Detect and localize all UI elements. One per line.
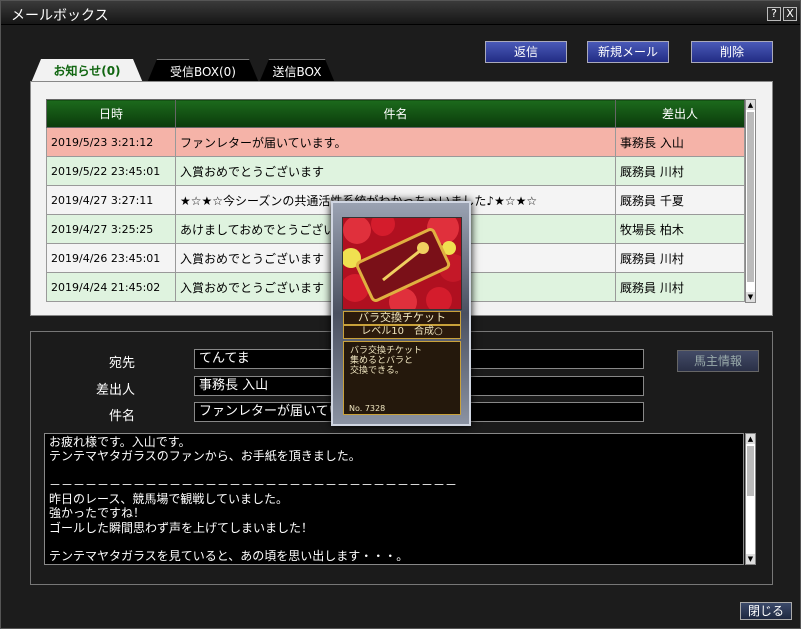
help-button[interactable]: ? — [767, 7, 781, 21]
column-header-sender[interactable]: 差出人 — [615, 99, 745, 128]
cell-subject: 入賞おめでとうございます — [175, 156, 616, 186]
cell-date: 2019/4/27 3:25:25 — [46, 214, 176, 244]
column-header-subject[interactable]: 件名 — [175, 99, 616, 128]
mailbox-window: メールボックス ? X 返信 新規メール 削除 お知らせ(0) 受信BOX(0)… — [0, 0, 801, 629]
cell-sender: 厩務員 川村 — [615, 272, 745, 302]
new-mail-button[interactable]: 新規メール — [587, 41, 669, 63]
to-label: 宛先 — [108, 356, 135, 371]
cell-sender: 厩務員 千夏 — [615, 185, 745, 215]
cell-date: 2019/5/23 3:21:12 — [46, 127, 176, 157]
mail-body-text: お疲れ様です。入山です。 テンテマヤタガラスのファンから、お手紙を頂きました。 … — [44, 433, 744, 565]
scroll-down-arrow-icon[interactable]: ▼ — [746, 292, 755, 302]
title-bar: メールボックス ? X — [1, 1, 800, 25]
scroll-thumb[interactable] — [747, 112, 754, 282]
column-header-date[interactable]: 日時 — [46, 99, 176, 128]
reply-button[interactable]: 返信 — [485, 41, 567, 63]
scroll-down-arrow-icon[interactable]: ▼ — [746, 554, 755, 564]
cell-date: 2019/4/24 21:45:02 — [46, 272, 176, 302]
scroll-thumb[interactable] — [747, 446, 754, 496]
table-header-row: 日時 件名 差出人 — [46, 99, 745, 128]
cell-sender: 牧場長 柏木 — [615, 214, 745, 244]
close-window-button[interactable]: X — [783, 7, 797, 21]
cell-subject: ファンレターが届いています。 — [175, 127, 616, 157]
cell-date: 2019/5/22 23:45:01 — [46, 156, 176, 186]
scroll-up-arrow-icon[interactable]: ▲ — [746, 434, 755, 444]
owner-info-button[interactable]: 馬主情報 — [677, 350, 759, 372]
tab-notices[interactable]: お知らせ(0) — [31, 59, 143, 83]
window-title: メールボックス — [11, 8, 109, 24]
card-item-name: バラ交換チケット — [343, 311, 461, 325]
cell-date: 2019/4/26 23:45:01 — [46, 243, 176, 273]
close-button[interactable]: 閉じる — [740, 602, 792, 620]
cell-sender: 厩務員 川村 — [615, 156, 745, 186]
item-card-tooltip: バラ交換チケット レベル10 合成○ バラ交換チケット 集めるとバラと 交換でき… — [331, 201, 471, 426]
card-number: No. 7328 — [349, 404, 386, 413]
delete-button[interactable]: 削除 — [691, 41, 773, 63]
rose-ticket-image-icon — [342, 217, 462, 310]
cell-sender: 厩務員 川村 — [615, 243, 745, 273]
cell-sender: 事務長 入山 — [615, 127, 745, 157]
tab-inbox[interactable]: 受信BOX(0) — [147, 59, 259, 83]
subject-label: 件名 — [108, 409, 135, 424]
from-label: 差出人 — [95, 383, 135, 398]
card-level: レベル10 合成○ — [343, 325, 461, 339]
tab-outbox[interactable]: 送信BOX — [259, 59, 335, 83]
table-row[interactable]: 2019/5/22 23:45:01 入賞おめでとうございます 厩務員 川村 — [46, 156, 745, 186]
table-row[interactable]: 2019/5/23 3:21:12 ファンレターが届いています。 事務長 入山 — [46, 127, 745, 157]
mail-list-scrollbar[interactable]: ▲ ▼ — [745, 99, 756, 303]
cell-date: 2019/4/27 3:27:11 — [46, 185, 176, 215]
mail-body-scrollbar[interactable]: ▲ ▼ — [745, 433, 756, 565]
scroll-up-arrow-icon[interactable]: ▲ — [746, 100, 755, 110]
